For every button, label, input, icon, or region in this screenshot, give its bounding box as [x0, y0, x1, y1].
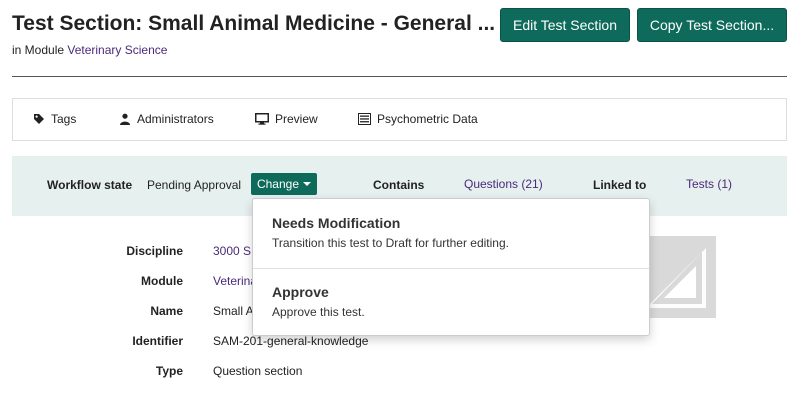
module-breadcrumb: in Module Veterinary Science: [12, 43, 167, 57]
module-label: Module: [141, 274, 183, 288]
identifier-value: SAM-201-general-knowledge: [213, 334, 369, 348]
questions-link[interactable]: Questions (21): [464, 177, 543, 191]
name-value: Small A: [213, 304, 254, 318]
list-icon: [358, 113, 371, 125]
workflow-dropdown-menu: Needs Modification Transition this test …: [252, 198, 650, 336]
tab-label: Preview: [275, 112, 318, 126]
linked-to-label: Linked to: [593, 178, 647, 192]
option-description: Approve this test.: [272, 305, 365, 319]
option-title: Needs Modification: [272, 215, 401, 231]
workflow-state-label: Workflow state: [47, 178, 133, 192]
type-label: Type: [155, 364, 183, 378]
discipline-label: Discipline: [126, 244, 183, 258]
discipline-value[interactable]: 3000 S: [213, 244, 251, 258]
name-label: Name: [150, 304, 183, 318]
module-link[interactable]: Veterinary Science: [67, 43, 167, 57]
page-title: Test Section: Small Animal Medicine - Ge…: [12, 12, 496, 35]
approve-option[interactable]: Approve Approve this test.: [272, 284, 365, 319]
tab-administrators[interactable]: Administrators: [119, 112, 214, 126]
tab-label: Psychometric Data: [377, 112, 478, 126]
type-value: Question section: [213, 364, 303, 378]
workflow-state-value: Pending Approval: [147, 178, 242, 192]
contains-label: Contains: [373, 178, 425, 192]
tab-psychometric-data[interactable]: Psychometric Data: [358, 112, 478, 126]
tag-icon: [33, 113, 45, 125]
tab-tags[interactable]: Tags: [33, 112, 76, 126]
option-title: Approve: [272, 284, 329, 300]
tab-label: Tags: [51, 112, 77, 126]
change-label: Change: [256, 177, 300, 191]
dropdown-divider: [253, 268, 649, 269]
monitor-icon: [255, 113, 269, 125]
module-value[interactable]: Veterina: [213, 274, 257, 288]
needs-modification-option[interactable]: Needs Modification Transition this test …: [272, 215, 509, 250]
edit-test-section-button[interactable]: Edit Test Section: [500, 8, 630, 42]
caret-down-icon: [303, 182, 312, 186]
header-divider: [12, 76, 787, 77]
change-state-button[interactable]: Change: [251, 173, 317, 195]
identifier-label: Identifier: [132, 334, 183, 348]
user-icon: [119, 113, 131, 125]
option-description: Transition this test to Draft for furthe…: [272, 236, 509, 250]
tab-bar: Tags Administrators Preview Psychometric…: [12, 98, 787, 141]
module-prefix: in Module: [12, 43, 65, 57]
copy-test-section-button[interactable]: Copy Test Section...: [637, 8, 787, 42]
tab-label: Administrators: [137, 112, 214, 126]
tab-preview[interactable]: Preview: [255, 112, 318, 126]
tests-link[interactable]: Tests (1): [686, 177, 732, 191]
